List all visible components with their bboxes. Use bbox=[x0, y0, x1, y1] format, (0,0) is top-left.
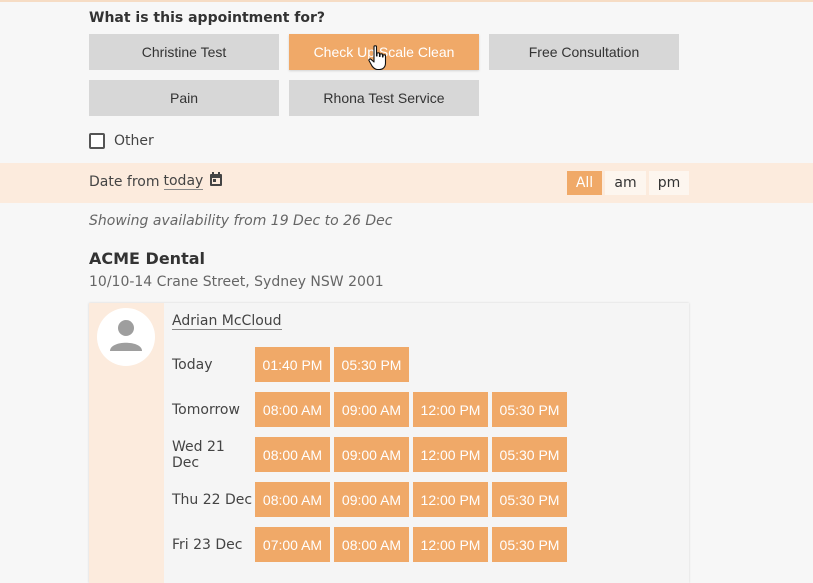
day-row: Today 01:40 PM 05:30 PM bbox=[172, 347, 413, 382]
day-label: Thu 22 Dec bbox=[172, 491, 253, 508]
service-button-free-consultation[interactable]: Free Consultation bbox=[489, 34, 679, 70]
other-label: Other bbox=[114, 133, 154, 149]
clinic-name: ACME Dental bbox=[89, 249, 205, 268]
time-slot-button[interactable]: 08:00 AM bbox=[255, 392, 330, 427]
time-slot-button[interactable]: 12:00 PM bbox=[413, 392, 488, 427]
day-row: Thu 22 Dec 08:00 AM 09:00 AM 12:00 PM 05… bbox=[172, 482, 571, 517]
day-label: Tomorrow bbox=[172, 401, 240, 418]
time-slot-button[interactable]: 09:00 AM bbox=[334, 437, 409, 472]
filter-am-button[interactable]: am bbox=[605, 171, 646, 195]
time-slot-button[interactable]: 05:30 PM bbox=[492, 482, 567, 517]
appointment-question: What is this appointment for? bbox=[89, 10, 326, 26]
filter-pm-button[interactable]: pm bbox=[649, 171, 689, 195]
service-button-pain[interactable]: Pain bbox=[89, 80, 279, 116]
practitioner-name-link[interactable]: Adrian McCloud bbox=[172, 313, 282, 330]
day-label: Today bbox=[172, 356, 213, 373]
other-checkbox[interactable] bbox=[89, 133, 105, 149]
day-row: Wed 21 Dec 08:00 AM 09:00 AM 12:00 PM 05… bbox=[172, 437, 571, 472]
day-label: Wed 21 Dec bbox=[172, 438, 225, 471]
time-slot-button[interactable]: 12:00 PM bbox=[413, 437, 488, 472]
time-slot-button[interactable]: 09:00 AM bbox=[334, 482, 409, 517]
top-divider bbox=[0, 0, 813, 2]
time-slot-button[interactable]: 05:30 PM bbox=[334, 347, 409, 382]
time-slot-button[interactable]: 05:30 PM bbox=[492, 527, 567, 562]
date-from-link[interactable]: today bbox=[163, 173, 204, 190]
time-slot-button[interactable]: 05:30 PM bbox=[492, 392, 567, 427]
day-row: Fri 23 Dec 07:00 AM 08:00 AM 12:00 PM 05… bbox=[172, 527, 571, 562]
clinic-address: 10/10-14 Crane Street, Sydney NSW 2001 bbox=[89, 274, 384, 290]
time-slot-button[interactable]: 08:00 AM bbox=[334, 527, 409, 562]
time-slot-button[interactable]: 07:00 AM bbox=[255, 527, 330, 562]
service-button-christine-test[interactable]: Christine Test bbox=[89, 34, 279, 70]
time-slot-button[interactable]: 08:00 AM bbox=[255, 482, 330, 517]
time-slot-button[interactable]: 01:40 PM bbox=[255, 347, 330, 382]
availability-range-text: Showing availability from 19 Dec to 26 D… bbox=[89, 213, 393, 229]
date-from-label: Date from bbox=[89, 173, 160, 190]
practitioner-card: Adrian McCloud Today 01:40 PM 05:30 PM T… bbox=[89, 303, 689, 583]
day-row: Tomorrow 08:00 AM 09:00 AM 12:00 PM 05:3… bbox=[172, 392, 571, 427]
time-slot-button[interactable]: 08:00 AM bbox=[255, 437, 330, 472]
avatar bbox=[97, 308, 155, 366]
date-from: Date from today bbox=[89, 172, 223, 191]
other-option[interactable]: Other bbox=[89, 133, 154, 149]
day-label: Fri 23 Dec bbox=[172, 536, 243, 553]
hand-pointer-cursor-icon bbox=[368, 45, 388, 75]
calendar-icon[interactable] bbox=[209, 172, 223, 191]
service-button-rhona-test-service[interactable]: Rhona Test Service bbox=[289, 80, 479, 116]
person-icon bbox=[108, 317, 144, 357]
time-slot-button[interactable]: 12:00 PM bbox=[413, 527, 488, 562]
time-slot-button[interactable]: 05:30 PM bbox=[492, 437, 567, 472]
time-slot-button[interactable]: 12:00 PM bbox=[413, 482, 488, 517]
time-slot-button[interactable]: 09:00 AM bbox=[334, 392, 409, 427]
filter-all-button[interactable]: All bbox=[567, 171, 602, 195]
